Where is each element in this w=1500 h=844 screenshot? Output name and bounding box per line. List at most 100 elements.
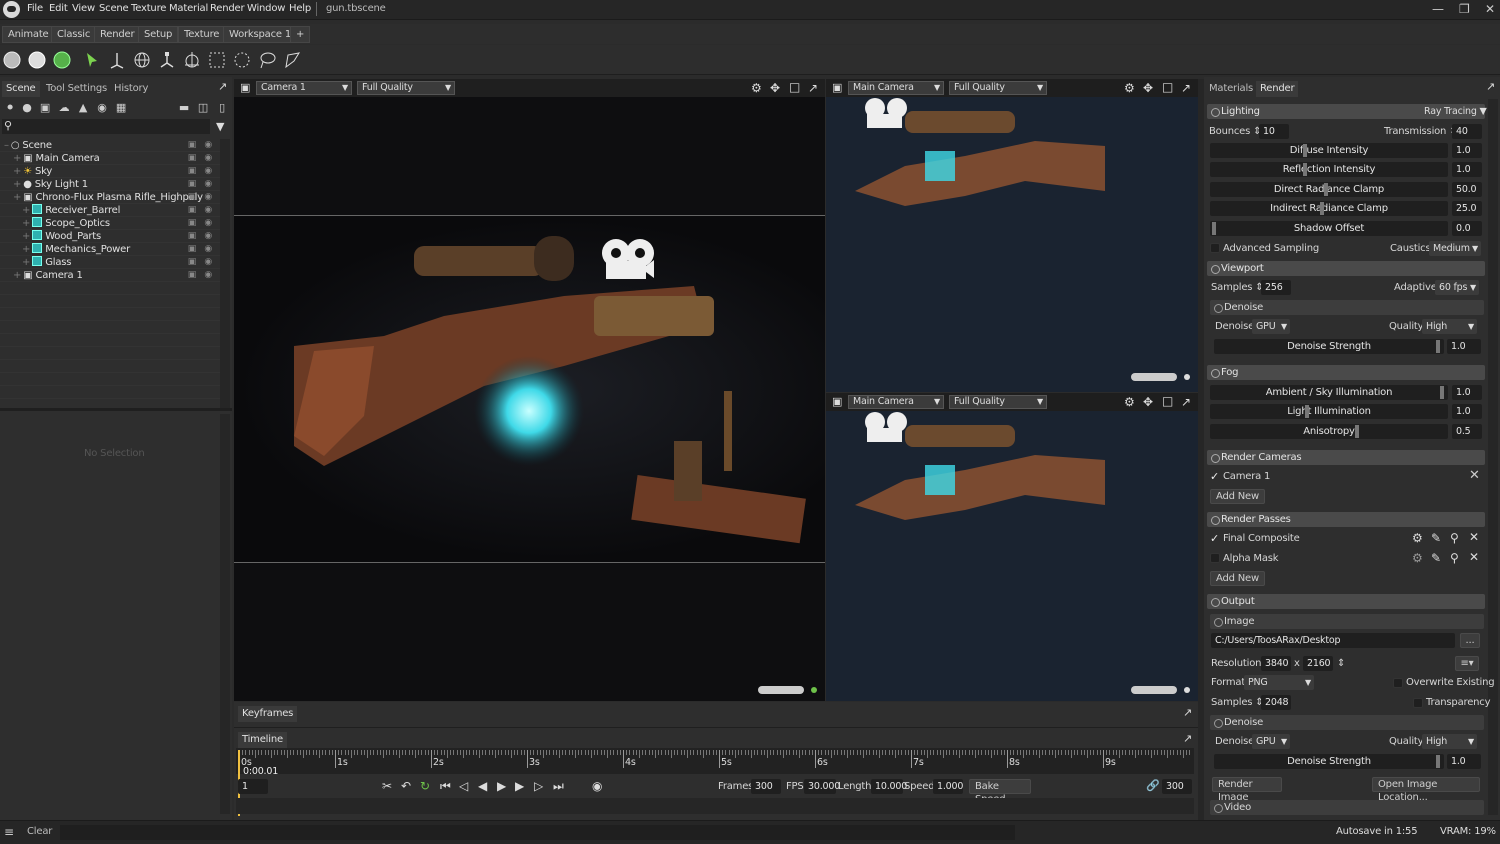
- remove-pass-icon[interactable]: ✕: [1469, 550, 1479, 564]
- browse-button[interactable]: ...: [1460, 633, 1480, 648]
- visibility-icon[interactable]: ◉: [204, 217, 212, 230]
- popout-icon[interactable]: ↗: [1486, 80, 1495, 93]
- slider-value-input[interactable]: 1.0: [1452, 143, 1482, 158]
- tree-item[interactable]: – ○ Scene ▣ ◉: [0, 139, 220, 152]
- tree-item[interactable]: + Scope_Optics ▣ ◉: [0, 217, 220, 230]
- tree-item[interactable]: + Mechanics_Power ▣ ◉: [0, 243, 220, 256]
- tab-setup[interactable]: Setup: [138, 26, 179, 43]
- viewport-denoise-strength-input[interactable]: 1.0: [1447, 339, 1481, 354]
- advanced-sampling-checkbox[interactable]: [1210, 243, 1220, 253]
- tree-expander-icon[interactable]: +: [22, 218, 30, 229]
- add-light-icon[interactable]: ●: [21, 102, 33, 114]
- next-keyframe-icon[interactable]: ▷: [534, 779, 543, 793]
- value-slider[interactable]: Diffuse Intensity: [1210, 143, 1448, 158]
- tree-expander-icon[interactable]: +: [22, 244, 30, 255]
- tree-item[interactable]: + Receiver_Barrel ▣ ◉: [0, 204, 220, 217]
- slider-handle[interactable]: [1320, 202, 1324, 215]
- video-section[interactable]: Video: [1210, 800, 1484, 815]
- search-icon[interactable]: ⚲: [1450, 531, 1459, 545]
- trash-icon[interactable]: ▯: [216, 102, 228, 114]
- output-denoise-section[interactable]: Denoise: [1210, 715, 1484, 730]
- viewport-denoise-section[interactable]: Denoise: [1210, 300, 1484, 315]
- lock-icon[interactable]: ▣: [188, 269, 197, 282]
- value-slider[interactable]: Anisotropy: [1210, 424, 1448, 439]
- lock-icon[interactable]: ▣: [188, 204, 197, 217]
- folder-icon[interactable]: ▬: [178, 102, 190, 114]
- add-camera-icon[interactable]: ▣: [39, 102, 51, 114]
- slider-value-input[interactable]: 1.0: [1452, 385, 1482, 400]
- solid-shading-icon[interactable]: [2, 50, 22, 70]
- lighting-mode-select[interactable]: Ray Tracing ▼: [1424, 104, 1487, 119]
- format-select[interactable]: PNG ▼: [1244, 675, 1314, 690]
- alpha-mask-checkbox[interactable]: [1210, 553, 1220, 563]
- lock-icon[interactable]: ▣: [188, 152, 197, 165]
- tab-render[interactable]: Render: [94, 26, 141, 43]
- popout-icon[interactable]: ↗: [218, 80, 227, 93]
- tree-expander-icon[interactable]: +: [22, 205, 30, 216]
- tab-render-settings[interactable]: Render: [1256, 81, 1299, 97]
- lock-icon[interactable]: ▣: [188, 178, 197, 191]
- viewport-denoise-select[interactable]: GPU ▼: [1252, 319, 1290, 334]
- settings-icon[interactable]: ⚙: [751, 81, 762, 95]
- output-denoise-select[interactable]: GPU ▼: [1252, 734, 1290, 749]
- visibility-icon[interactable]: ◉: [204, 269, 212, 282]
- end-frame-input[interactable]: 300: [1162, 779, 1192, 794]
- popout-icon[interactable]: ↗: [1183, 732, 1192, 745]
- tab-scene[interactable]: Scene: [2, 81, 40, 97]
- tab-keyframes[interactable]: Keyframes: [238, 706, 298, 722]
- calendar-icon[interactable]: ▦: [115, 102, 127, 114]
- tree-item[interactable]: + ▣ Camera 1 ▣ ◉: [0, 269, 220, 282]
- slider-value-input[interactable]: 0.5: [1452, 424, 1482, 439]
- menu-render[interactable]: Render: [210, 3, 245, 14]
- link-icon[interactable]: 🔗: [1146, 779, 1160, 792]
- tree-item[interactable]: + ● Sky Light 1 ▣ ◉: [0, 178, 220, 191]
- add-camera-button[interactable]: Add New: [1210, 489, 1265, 504]
- value-slider[interactable]: Ambient / Sky Illumination: [1210, 385, 1448, 400]
- bake-speed-button[interactable]: Bake Speed: [969, 779, 1031, 805]
- adaptive-select[interactable]: 60 fps ▼: [1435, 280, 1479, 295]
- undo-loop-icon[interactable]: ↶: [401, 779, 411, 793]
- polygon-select-icon[interactable]: [282, 50, 302, 70]
- visibility-icon[interactable]: ◉: [204, 243, 212, 256]
- render-passes-section[interactable]: Render Passes: [1207, 512, 1485, 527]
- popout-icon[interactable]: ↗: [1183, 706, 1192, 719]
- value-slider[interactable]: Direct Radiance Clamp: [1210, 182, 1448, 197]
- camera-icon[interactable]: ▣: [832, 395, 842, 408]
- filter-icon[interactable]: ▼: [216, 120, 224, 133]
- lock-icon[interactable]: ▣: [188, 243, 197, 256]
- scissors-icon[interactable]: ✂: [382, 779, 392, 793]
- lock-icon[interactable]: ▣: [188, 191, 197, 204]
- popout-icon[interactable]: ↗: [808, 81, 818, 95]
- slider-handle[interactable]: [1303, 163, 1307, 176]
- lock-icon[interactable]: ▣: [188, 165, 197, 178]
- slider-handle[interactable]: [1436, 755, 1440, 768]
- tree-expander-icon[interactable]: +: [13, 179, 21, 190]
- frames-input[interactable]: 300: [751, 779, 781, 794]
- lock-icon[interactable]: ▣: [188, 256, 197, 269]
- camera-icon[interactable]: ▣: [832, 81, 842, 94]
- frame-icon[interactable]: □: [1162, 394, 1173, 408]
- open-image-location-button[interactable]: Open Image Location...: [1372, 777, 1480, 803]
- output-denoise-strength-input[interactable]: 1.0: [1447, 754, 1481, 769]
- select-tool-icon[interactable]: [82, 50, 102, 70]
- slider-handle[interactable]: [1355, 425, 1359, 438]
- material-shading-icon[interactable]: [27, 50, 47, 70]
- settings-icon[interactable]: ⚙: [1124, 395, 1135, 409]
- bottom-camera-select[interactable]: Main Camera ▼: [848, 395, 944, 409]
- menu-file[interactable]: File: [27, 3, 43, 14]
- remove-pass-icon[interactable]: ✕: [1469, 530, 1479, 544]
- menu-help[interactable]: Help: [289, 3, 311, 14]
- edit-icon[interactable]: ✎: [1431, 551, 1441, 565]
- step-back-icon[interactable]: ◀: [478, 779, 487, 793]
- menu-texture[interactable]: Texture: [131, 3, 166, 14]
- viewport-section[interactable]: Viewport: [1207, 261, 1485, 276]
- settings-icon[interactable]: ⚙: [1124, 81, 1135, 95]
- transmission-input[interactable]: 40: [1452, 124, 1482, 139]
- minimize-icon[interactable]: —: [1432, 2, 1444, 16]
- box-select-icon[interactable]: [207, 50, 227, 70]
- slider-handle[interactable]: [1303, 144, 1307, 157]
- popout-icon[interactable]: ↗: [1181, 395, 1191, 409]
- tab-animate[interactable]: Animate: [2, 26, 55, 43]
- group-icon[interactable]: ◫: [197, 102, 209, 114]
- frame-icon[interactable]: □: [1162, 80, 1173, 94]
